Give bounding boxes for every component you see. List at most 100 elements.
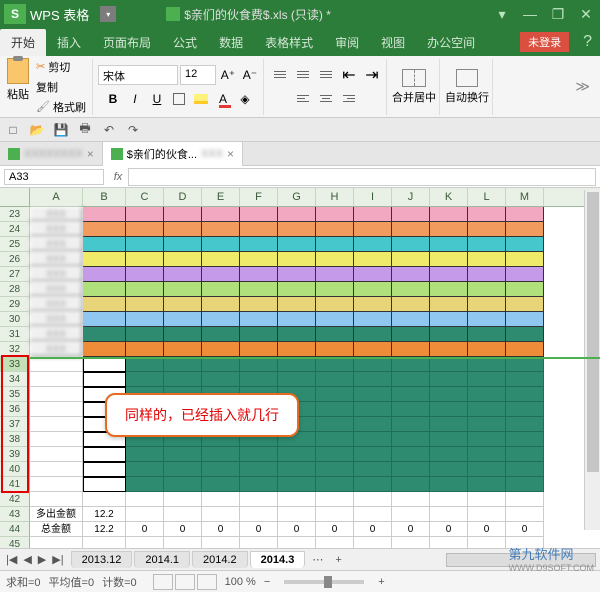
cell[interactable] <box>83 252 126 267</box>
cell[interactable] <box>316 237 354 252</box>
col-header-d[interactable]: D <box>164 188 202 206</box>
tab-formula[interactable]: 公式 <box>162 29 208 56</box>
cell[interactable] <box>468 342 506 357</box>
cell[interactable]: 0 <box>354 522 392 537</box>
cell[interactable] <box>202 282 240 297</box>
row-header[interactable]: 43 <box>0 507 30 522</box>
row-header[interactable]: 26 <box>0 252 30 267</box>
view-normal-button[interactable] <box>153 574 173 590</box>
col-header-j[interactable]: J <box>392 188 430 206</box>
cell[interactable] <box>278 507 316 522</box>
col-header-h[interactable]: H <box>316 188 354 206</box>
col-header-k[interactable]: K <box>430 188 468 206</box>
cell[interactable] <box>83 357 126 372</box>
cell[interactable] <box>316 462 354 477</box>
cell[interactable] <box>202 447 240 462</box>
grid-body[interactable]: 23XXX24XXX25XXX26XXX27XXX28XXX29XXX30XXX… <box>0 207 600 548</box>
cell[interactable] <box>430 477 468 492</box>
cell[interactable] <box>202 327 240 342</box>
cell[interactable]: 0 <box>126 522 164 537</box>
cell[interactable] <box>126 327 164 342</box>
row-header[interactable]: 32 <box>0 342 30 357</box>
cell[interactable] <box>468 462 506 477</box>
doc-tab-1[interactable]: XXXXXXXX × <box>0 142 103 166</box>
row-header[interactable]: 25 <box>0 237 30 252</box>
cell[interactable] <box>506 417 544 432</box>
underline-button[interactable]: U <box>147 89 167 109</box>
qat-redo-button[interactable]: ↷ <box>124 121 142 139</box>
cell[interactable] <box>392 447 430 462</box>
cell[interactable] <box>164 462 202 477</box>
cell[interactable] <box>240 372 278 387</box>
col-header-i[interactable]: I <box>354 188 392 206</box>
cell[interactable] <box>126 252 164 267</box>
zoom-out-button[interactable]: − <box>264 576 270 588</box>
cell[interactable] <box>506 462 544 477</box>
view-break-button[interactable] <box>197 574 217 590</box>
cell[interactable] <box>354 402 392 417</box>
cell[interactable] <box>354 282 392 297</box>
cell[interactable] <box>278 207 316 222</box>
col-header-m[interactable]: M <box>506 188 544 206</box>
cell[interactable]: 0 <box>316 522 354 537</box>
row-header[interactable]: 40 <box>0 462 30 477</box>
cell[interactable] <box>316 372 354 387</box>
cell[interactable] <box>468 477 506 492</box>
ribbon-minimize-icon[interactable]: ▾ <box>488 0 516 28</box>
cell[interactable] <box>468 432 506 447</box>
sheet-nav-last[interactable]: ▶| <box>50 553 65 566</box>
row-header[interactable]: 37 <box>0 417 30 432</box>
cell[interactable] <box>430 357 468 372</box>
login-status-badge[interactable]: 未登录 <box>520 32 569 52</box>
cell[interactable] <box>468 207 506 222</box>
cell[interactable] <box>278 462 316 477</box>
cell[interactable] <box>506 507 544 522</box>
cell[interactable] <box>392 282 430 297</box>
scrollbar-thumb[interactable] <box>587 192 599 472</box>
cell[interactable]: XXX <box>30 327 83 342</box>
cell[interactable]: 0 <box>240 522 278 537</box>
cell[interactable] <box>240 252 278 267</box>
zoom-in-button[interactable]: + <box>378 576 384 588</box>
cell[interactable] <box>202 372 240 387</box>
cell[interactable] <box>164 282 202 297</box>
cell[interactable] <box>278 312 316 327</box>
cell[interactable] <box>30 492 83 507</box>
window-close-button[interactable]: ✕ <box>572 0 600 28</box>
cell[interactable] <box>506 297 544 312</box>
cell[interactable] <box>316 357 354 372</box>
cell[interactable] <box>316 492 354 507</box>
align-bottom-button[interactable] <box>315 65 337 85</box>
tab-office-space[interactable]: 办公空间 <box>416 29 486 56</box>
cell[interactable] <box>202 312 240 327</box>
cell[interactable] <box>316 222 354 237</box>
cell[interactable] <box>164 327 202 342</box>
row-header[interactable]: 24 <box>0 222 30 237</box>
cell[interactable] <box>126 507 164 522</box>
cell[interactable] <box>316 387 354 402</box>
cell[interactable]: XXX <box>30 312 83 327</box>
cell[interactable] <box>430 267 468 282</box>
cell[interactable] <box>392 252 430 267</box>
sheet-nav-next[interactable]: ▶ <box>36 553 48 566</box>
wrap-text-button[interactable]: 自动换行 <box>445 69 489 105</box>
cell[interactable] <box>506 327 544 342</box>
cell[interactable] <box>506 252 544 267</box>
cell[interactable] <box>83 267 126 282</box>
cell[interactable] <box>430 417 468 432</box>
cell[interactable] <box>430 297 468 312</box>
cell[interactable] <box>430 327 468 342</box>
row-header[interactable]: 29 <box>0 297 30 312</box>
cell[interactable] <box>83 282 126 297</box>
cell[interactable] <box>354 357 392 372</box>
cell[interactable] <box>392 372 430 387</box>
tab-home[interactable]: 开始 <box>0 29 46 56</box>
cell[interactable] <box>278 252 316 267</box>
cell[interactable] <box>430 507 468 522</box>
cell[interactable] <box>430 537 468 548</box>
cell[interactable] <box>164 507 202 522</box>
col-header-b[interactable]: B <box>83 188 126 206</box>
cell[interactable]: XXX <box>30 297 83 312</box>
cell[interactable] <box>392 357 430 372</box>
cell[interactable] <box>83 447 126 462</box>
